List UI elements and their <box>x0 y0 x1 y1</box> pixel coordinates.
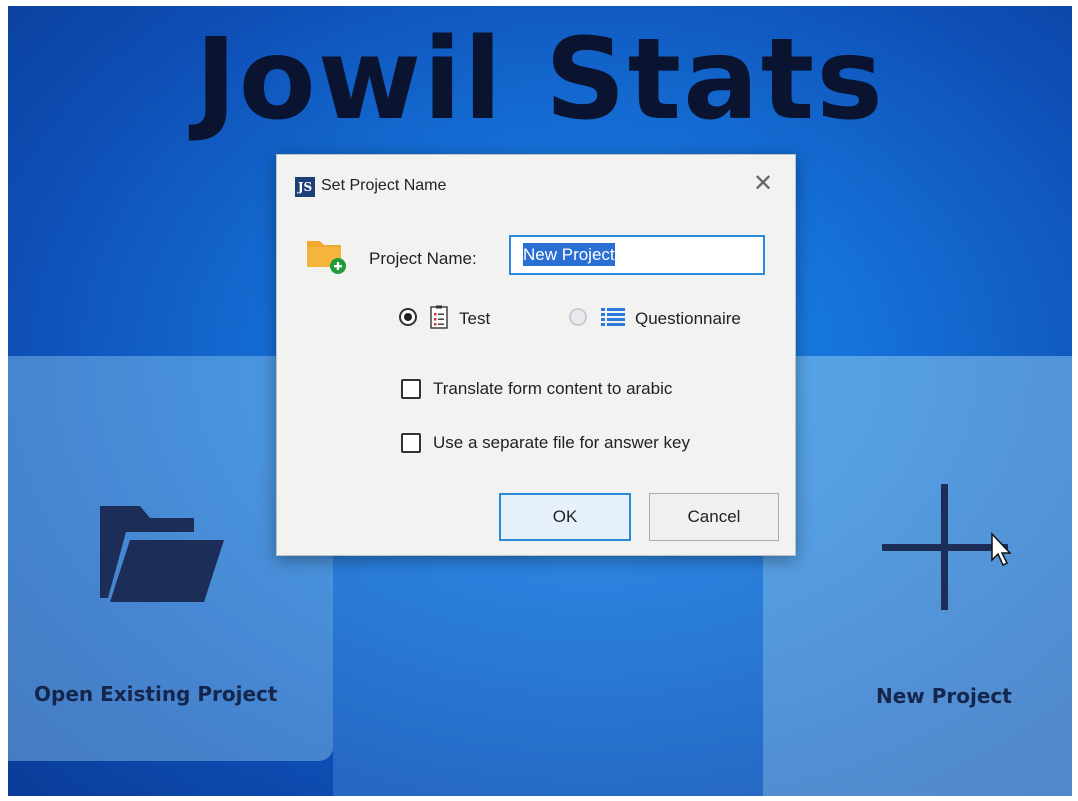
test-radio[interactable] <box>399 308 417 326</box>
project-name-input[interactable]: New Project <box>509 235 765 275</box>
folder-open-icon <box>100 506 224 602</box>
mouse-cursor-icon <box>991 532 1012 567</box>
test-option-label[interactable]: Test <box>459 309 490 329</box>
close-icon[interactable]: ✕ <box>749 169 777 197</box>
app-title: Jowil Stats <box>195 15 885 145</box>
translate-arabic-checkbox[interactable] <box>401 379 421 399</box>
dialog-titlebar[interactable]: JS Set Project Name ✕ <box>277 155 795 209</box>
new-project-label[interactable]: New Project <box>876 684 1012 708</box>
ok-button[interactable]: OK <box>499 493 631 541</box>
list-icon <box>601 308 625 326</box>
folder-add-icon <box>307 241 346 274</box>
questionnaire-option-label[interactable]: Questionnaire <box>635 309 741 329</box>
set-project-name-dialog: JS Set Project Name ✕ Project Name: New … <box>276 154 796 556</box>
separate-answer-key-checkbox[interactable] <box>401 433 421 453</box>
open-existing-project-label[interactable]: Open Existing Project <box>34 682 277 706</box>
app-logo-icon: JS <box>295 177 315 197</box>
test-sheet-icon <box>430 305 448 329</box>
questionnaire-radio[interactable] <box>569 308 587 326</box>
dialog-title: Set Project Name <box>321 177 447 194</box>
project-name-value: New Project <box>523 243 615 266</box>
separate-answer-key-label[interactable]: Use a separate file for answer key <box>433 433 690 453</box>
translate-arabic-label[interactable]: Translate form content to arabic <box>433 379 672 399</box>
project-name-label: Project Name: <box>369 249 477 268</box>
cancel-button[interactable]: Cancel <box>649 493 779 541</box>
